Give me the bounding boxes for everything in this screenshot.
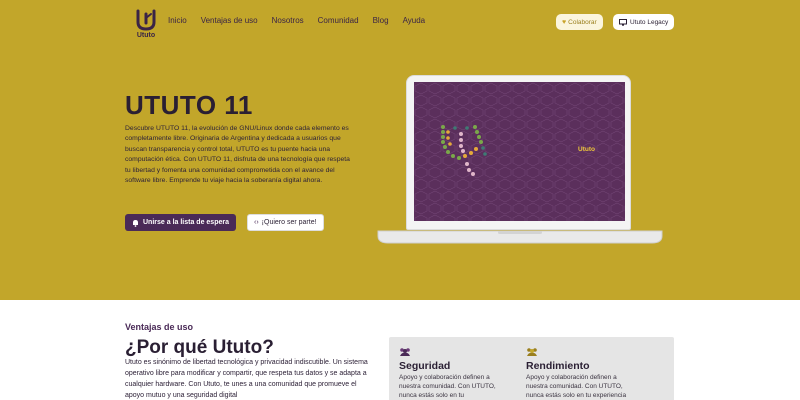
feature-card-rendimiento: Rendimiento Apoyo y colaboración definen… xyxy=(516,337,674,400)
hero-title: UTUTO 11 xyxy=(125,90,253,120)
section-description: Ututo es sinónimo de libertad tecnológic… xyxy=(125,359,368,399)
ututo-logo-icon xyxy=(136,9,156,31)
card-title: Seguridad xyxy=(399,360,451,372)
laptop-base xyxy=(377,230,663,244)
nav-links: Inicio Ventajas de uso Nosotros Comunida… xyxy=(168,16,425,25)
ututo-legacy-button[interactable]: Ututo Legacy xyxy=(613,14,675,30)
nav-item-ayuda[interactable]: Ayuda xyxy=(403,16,426,25)
ututo-logo[interactable]: Ututo xyxy=(133,8,159,42)
code-icon: ‹› xyxy=(254,219,259,226)
section-label: Ventajas de uso xyxy=(125,322,194,332)
nav-item-blog[interactable]: Blog xyxy=(373,16,389,25)
monitor-icon xyxy=(619,18,627,26)
heart-icon: ♥ xyxy=(562,18,567,26)
section-title: ¿Por qué Ututo? xyxy=(125,337,274,358)
logo-text: Ututo xyxy=(136,32,156,39)
screen-label: Ututo xyxy=(578,146,595,153)
bell-icon xyxy=(133,219,138,227)
people-icon xyxy=(527,348,537,356)
top-navbar: Ututo Inicio Ventajas de uso Nosotros Co… xyxy=(0,6,800,42)
nav-item-ventajas[interactable]: Ventajas de uso xyxy=(201,16,258,25)
nav-item-nosotros[interactable]: Nosotros xyxy=(272,16,304,25)
be-part-button[interactable]: ‹› ¡Quiero ser parte! xyxy=(247,214,324,231)
join-waitlist-label: Unirse a la lista de espera xyxy=(143,219,229,226)
colaborar-button[interactable]: ♥ Colaborar xyxy=(556,14,603,30)
hero-description: Descubre UTUTO 11, la evolución de GNU/L… xyxy=(125,125,350,185)
card-title: Rendimiento xyxy=(526,360,590,372)
nav-item-inicio[interactable]: Inicio xyxy=(168,16,187,25)
join-waitlist-button[interactable]: Unirse a la lista de espera xyxy=(125,214,236,231)
people-icon xyxy=(400,348,410,356)
card-text: Apoyo y colaboración definen a nuestra c… xyxy=(526,374,627,399)
nav-item-comunidad[interactable]: Comunidad xyxy=(318,16,359,25)
card-text: Apoyo y colaboración definen a nuestra c… xyxy=(399,374,496,399)
colaborar-label: Colaborar xyxy=(568,18,597,26)
ututo-mosaic-logo xyxy=(441,125,487,176)
ututo-legacy-label: Ututo Legacy xyxy=(630,18,669,26)
be-part-label: ¡Quiero ser parte! xyxy=(261,219,317,226)
hero-wave-divider xyxy=(0,248,800,294)
